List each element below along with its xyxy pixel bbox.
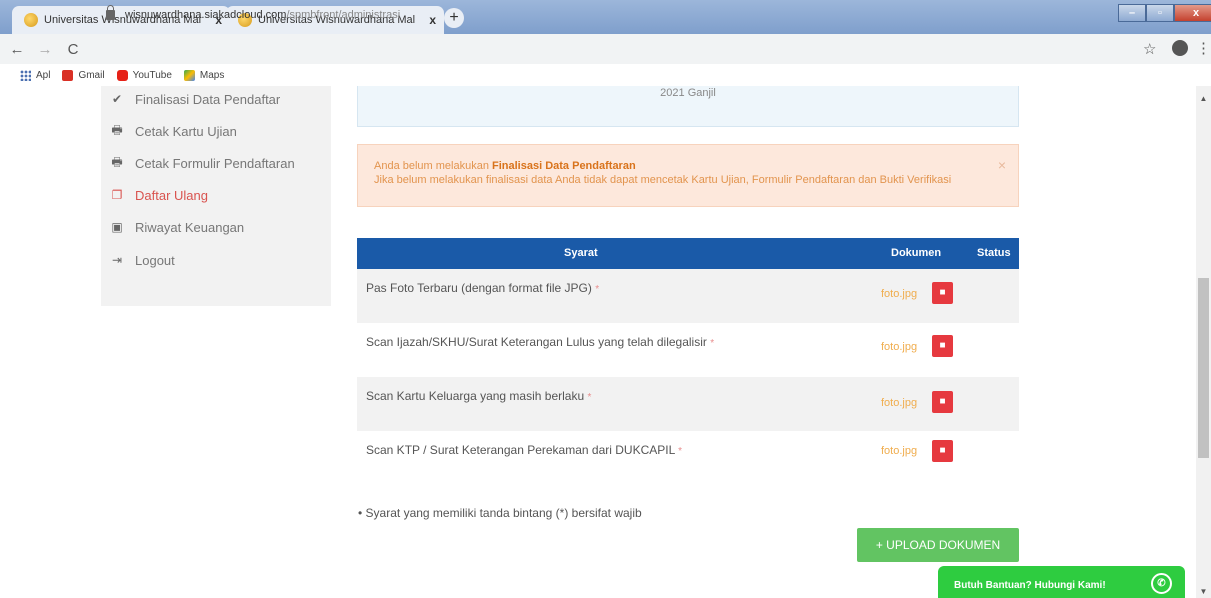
- requirement-text: Scan Ijazah/SKHU/Surat Keterangan Lulus …: [366, 335, 715, 349]
- window-controls: – ▫ x: [1118, 4, 1211, 22]
- requirement-text: Scan KTP / Surat Keterangan Perekaman da…: [366, 443, 683, 457]
- delete-document-button[interactable]: ■: [932, 440, 953, 462]
- sidebar-item-label: Logout: [135, 252, 175, 268]
- logout-icon: ⇥: [111, 253, 123, 267]
- lock-icon: [106, 5, 115, 20]
- whatsapp-help-button[interactable]: Butuh Bantuan? Hubungi Kami! ✆: [938, 566, 1185, 598]
- sidebar-item-finalisasi[interactable]: ✔ Finalisasi Data Pendaftar: [109, 88, 280, 110]
- sidebar-item-label: Cetak Kartu Ujian: [135, 123, 237, 139]
- requirements-table-header: Syarat Dokumen Status: [357, 238, 1019, 269]
- money-icon: ▣: [111, 220, 123, 234]
- table-row: Pas Foto Terbaru (dengan format file JPG…: [357, 269, 1019, 323]
- close-window-button[interactable]: x: [1174, 4, 1211, 22]
- sidebar-item-logout[interactable]: ⇥ Logout: [109, 249, 175, 271]
- bookmarks-bar: Apl Gmail YouTube Maps: [0, 64, 1211, 86]
- bookmark-apps[interactable]: Apl: [20, 69, 51, 81]
- sidebar-item-label: Finalisasi Data Pendaftar: [135, 91, 281, 107]
- profile-avatar-icon[interactable]: [1172, 40, 1188, 56]
- delete-document-button[interactable]: ■: [932, 335, 953, 357]
- document-file-link[interactable]: foto.jpg: [881, 397, 917, 409]
- required-note: • Syarat yang memiliki tanda bintang (*)…: [358, 506, 642, 520]
- column-header-dokumen: Dokumen: [891, 247, 942, 259]
- sidebar-menu: ✔ Finalisasi Data Pendaftar 🖶 Cetak Kart…: [101, 86, 331, 306]
- url-host: wisnuwardhana.siakadcloud.com: [125, 9, 287, 21]
- whatsapp-icon: ✆: [1151, 573, 1172, 594]
- close-icon[interactable]: ×: [998, 158, 1006, 172]
- trash-icon: ■: [939, 287, 946, 298]
- scroll-down-arrow-icon[interactable]: ▼: [1196, 587, 1211, 596]
- scroll-up-arrow-icon[interactable]: ▲: [1196, 94, 1211, 103]
- sidebar-item-label: Cetak Formulir Pendaftaran: [135, 155, 295, 171]
- table-row: Scan KTP / Surat Keterangan Perekaman da…: [357, 431, 1019, 485]
- sidebar-item-cetak-kartu-ujian[interactable]: 🖶 Cetak Kartu Ujian: [109, 120, 237, 142]
- sidebar-item-label: Daftar Ulang: [135, 187, 208, 203]
- address-bar: ← → C: [0, 34, 1211, 64]
- maps-icon: [183, 69, 195, 81]
- trash-icon: ■: [939, 340, 946, 351]
- column-header-syarat: Syarat: [564, 247, 598, 259]
- document-file-link[interactable]: foto.jpg: [881, 341, 917, 353]
- alert-prefix: Anda belum melakukan: [374, 160, 493, 172]
- back-arrow-icon[interactable]: ←: [6, 41, 28, 58]
- bookmark-gmail[interactable]: Gmail: [62, 69, 105, 81]
- sidebar-item-label: Riwayat Keuangan: [135, 219, 245, 235]
- url-input[interactable]: wisnuwardhana.siakadcloud.com/spmbfront/…: [106, 4, 1086, 26]
- alert-line-1: Anda belum melakukan Finalisasi Data Pen…: [374, 159, 1002, 173]
- column-header-status: Status: [977, 247, 1011, 259]
- bookmark-label: Maps: [199, 69, 225, 81]
- scrollbar-thumb[interactable]: [1198, 278, 1209, 458]
- requirement-text: Pas Foto Terbaru (dengan format file JPG…: [366, 281, 600, 295]
- gmail-icon: [62, 69, 74, 81]
- forward-arrow-icon[interactable]: →: [34, 41, 56, 58]
- delete-document-button[interactable]: ■: [932, 391, 953, 413]
- requirement-text: Scan Kartu Keluarga yang masih berlaku *: [366, 389, 592, 403]
- table-row: Scan Kartu Keluarga yang masih berlaku *…: [357, 377, 1019, 431]
- sidebar-item-riwayat-keuangan[interactable]: ▣ Riwayat Keuangan: [109, 216, 244, 238]
- delete-document-button[interactable]: ■: [932, 282, 953, 304]
- help-label: Butuh Bantuan? Hubungi Kami!: [954, 580, 1106, 591]
- sidebar-item-daftar-ulang[interactable]: ❐ Daftar Ulang: [109, 184, 208, 206]
- check-icon: ✔: [111, 92, 123, 106]
- university-favicon-icon: [24, 13, 38, 27]
- browser-menu-icon[interactable]: ⋮: [1196, 39, 1211, 57]
- youtube-icon: [116, 69, 128, 81]
- reload-icon[interactable]: C: [62, 41, 84, 58]
- url-path: /spmbfront/administrasi: [286, 9, 401, 21]
- bookmark-label: Apl: [36, 69, 51, 81]
- alert-bold: Finalisasi Data Pendaftaran: [492, 160, 636, 172]
- page-content: ✔ Finalisasi Data Pendaftar 🖶 Cetak Kart…: [0, 86, 1196, 598]
- bookmark-star-icon[interactable]: ☆: [1143, 40, 1156, 58]
- bookmark-maps[interactable]: Maps: [183, 69, 225, 81]
- period-text: 2021 Ganjil: [660, 87, 716, 99]
- bookmark-label: Gmail: [78, 69, 105, 81]
- copy-icon: ❐: [111, 188, 123, 202]
- upload-document-button[interactable]: + UPLOAD DOKUMEN: [857, 528, 1019, 562]
- sidebar-item-cetak-formulir[interactable]: 🖶 Cetak Formulir Pendaftaran: [109, 152, 295, 174]
- trash-icon: ■: [939, 445, 946, 456]
- period-info-box: 2021 Ganjil: [357, 86, 1019, 127]
- bookmark-youtube[interactable]: YouTube: [116, 69, 172, 81]
- minimize-button[interactable]: –: [1118, 4, 1146, 22]
- document-file-link[interactable]: foto.jpg: [881, 445, 917, 457]
- maximize-button[interactable]: ▫: [1146, 4, 1174, 22]
- document-file-link[interactable]: foto.jpg: [881, 288, 917, 300]
- table-row: Scan Ijazah/SKHU/Surat Keterangan Lulus …: [357, 323, 1019, 377]
- trash-icon: ■: [939, 396, 946, 407]
- print-icon: 🖶: [111, 154, 123, 169]
- bookmark-label: YouTube: [132, 69, 172, 81]
- alert-line-2: Jika belum melakukan finalisasi data And…: [374, 174, 952, 186]
- finalization-warning-alert: Anda belum melakukan Finalisasi Data Pen…: [357, 144, 1019, 207]
- apps-icon: [20, 69, 31, 81]
- page-scrollbar[interactable]: ▲ ▼: [1196, 86, 1211, 598]
- print-icon: 🖶: [111, 122, 123, 137]
